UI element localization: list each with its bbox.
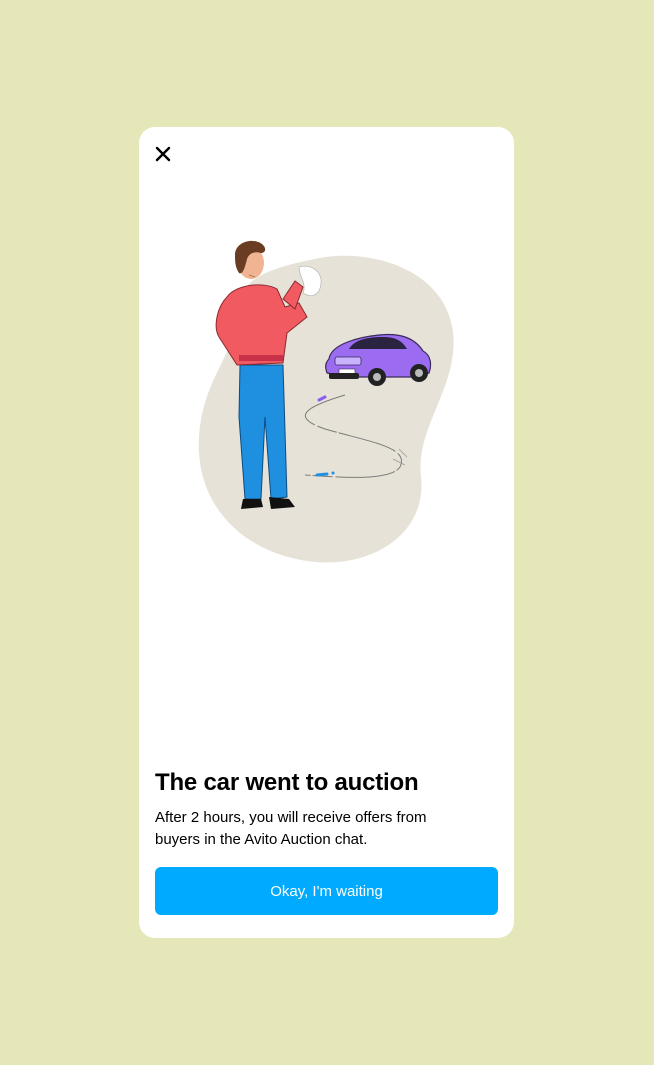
confirm-button[interactable]: Okay, I'm waiting [155, 867, 498, 915]
dialog-description: After 2 hours, you will receive offers f… [155, 809, 427, 848]
auction-dialog: The car went to auction After 2 hours, y… [139, 127, 514, 938]
close-icon [155, 146, 171, 162]
car-auction-illustration [198, 240, 454, 563]
close-button[interactable] [151, 142, 175, 166]
dialog-title: The car went to auction [155, 769, 419, 796]
road-marker-bottom [315, 472, 329, 477]
